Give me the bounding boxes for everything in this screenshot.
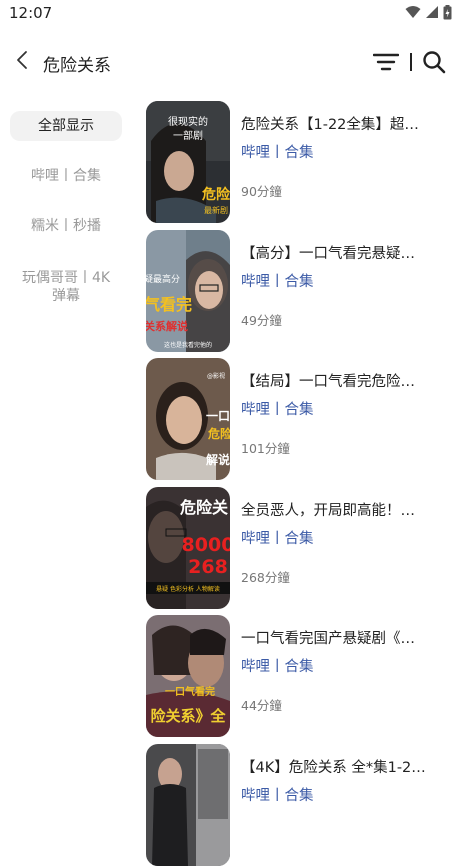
thumb-caption: 一部剧 [173, 129, 203, 142]
video-thumbnail[interactable]: 疑最高分 气看完 关系解说 这也是我看完他的 [146, 230, 230, 352]
list-item[interactable]: 很现实的 一部剧 危险 最新剧 危险关系【1-22全集】超清完整版 哔哩丨合集 … [146, 101, 456, 225]
video-source: 哔哩丨合集 [241, 531, 314, 547]
video-thumbnail[interactable]: @影视 一口 危险 解说 [146, 358, 230, 480]
thumb-caption: 268 [188, 556, 228, 578]
video-title: 一口气看完国产悬疑剧《危险关系》 [241, 631, 429, 647]
video-thumbnail[interactable]: 一口气看完 险关系》全 [146, 615, 230, 737]
filter-button[interactable] [372, 51, 400, 73]
search-icon [422, 51, 446, 78]
thumb-caption: 危险 [201, 186, 230, 203]
sidebar-item-label: 全部显示 [38, 118, 94, 134]
video-title: 危险关系【1-22全集】超清完整版 [241, 117, 429, 133]
list-item[interactable]: @影视 一口 危险 解说 【结局】一口气看完危险关系 哔哩丨合集 101分鐘 [146, 358, 456, 482]
video-duration: 90分鐘 [241, 184, 282, 199]
status-bar: 12:07 [0, 0, 462, 26]
video-duration: 268分鐘 [241, 570, 290, 585]
battery-icon [443, 4, 452, 20]
sidebar-item-all[interactable]: 全部显示 [10, 111, 122, 141]
video-title: 【4K】危险关系 全*集1-22集 [241, 760, 429, 776]
back-button[interactable] [10, 48, 34, 76]
status-time: 12:07 [9, 4, 53, 22]
video-source: 哔哩丨合集 [241, 274, 314, 290]
video-title: 【高分】一口气看完悬疑剧《危险关系》 [241, 246, 429, 262]
list-item[interactable]: 【4K】危险关系 全*集1-22集 哔哩丨合集 [146, 744, 456, 868]
thumb-caption: 险关系》全 [150, 707, 226, 725]
back-icon [16, 50, 28, 74]
status-icons [405, 4, 452, 20]
sidebar-item-label-line2: 弹幕 [52, 288, 80, 304]
top-bar: 危险关系 [0, 40, 462, 84]
video-duration: 49分鐘 [241, 313, 282, 328]
wifi-icon [405, 5, 421, 19]
thumb-caption: 解说 [206, 452, 230, 467]
thumb-caption: 悬疑 色彩分析 人物解读 [156, 585, 220, 593]
thumb-caption: 这也是我看完他的 [164, 341, 212, 349]
video-source: 哔哩丨合集 [241, 659, 314, 675]
svg-text:@影视: @影视 [207, 372, 225, 380]
video-thumbnail[interactable] [146, 744, 230, 866]
sidebar-item-label: 糯米丨秒播 [31, 218, 101, 234]
list-item[interactable]: 一口气看完 险关系》全 一口气看完国产悬疑剧《危险关系》 哔哩丨合集 44分鐘 [146, 615, 456, 739]
video-source: 哔哩丨合集 [241, 788, 314, 804]
filter-icon [372, 53, 400, 77]
toolbar-divider [410, 53, 412, 71]
signal-icon [425, 5, 439, 19]
video-title: 全员恶人，开局即高能！一口气看完 [241, 503, 429, 519]
video-source: 哔哩丨合集 [241, 145, 314, 161]
thumb-caption: 危险 [207, 426, 230, 441]
sidebar-item-wanou[interactable]: 玩偶哥哥丨4K 弹幕 [10, 269, 122, 305]
sidebar-item-bili[interactable]: 哔哩丨合集 [10, 167, 122, 185]
page-title: 危险关系 [43, 56, 111, 76]
thumb-caption: 很现实的 [168, 115, 208, 128]
sidebar-item-label: 哔哩丨合集 [31, 168, 101, 184]
thumb-caption: 关系解说 [146, 319, 188, 333]
sidebar-item-label: 玩偶哥哥丨4K [21, 270, 111, 286]
thumb-caption: 最新剧 [204, 205, 228, 215]
video-duration: 101分鐘 [241, 441, 290, 456]
video-thumbnail[interactable]: 很现实的 一部剧 危险 最新剧 [146, 101, 230, 223]
thumb-caption: 气看完 [146, 295, 192, 314]
thumb-caption: 一口气看完 [165, 685, 215, 698]
video-source: 哔哩丨合集 [241, 402, 314, 418]
search-button[interactable] [422, 50, 446, 74]
list-item[interactable]: 危险关 8000 268 悬疑 色彩分析 人物解读 全员恶人，开局即高能！一口气… [146, 487, 456, 611]
thumb-caption: 一口 [206, 409, 230, 423]
video-title: 【结局】一口气看完危险关系 [241, 374, 429, 390]
thumb-caption: 危险关 [180, 498, 228, 517]
thumb-caption: 8000 [182, 534, 230, 556]
list-item[interactable]: 疑最高分 气看完 关系解说 这也是我看完他的 【高分】一口气看完悬疑剧《危险关系… [146, 230, 456, 354]
thumb-caption: 疑最高分 [146, 273, 180, 285]
video-duration: 44分鐘 [241, 698, 282, 713]
video-thumbnail[interactable]: 危险关 8000 268 悬疑 色彩分析 人物解读 [146, 487, 230, 609]
sidebar-item-nuomi[interactable]: 糯米丨秒播 [10, 217, 122, 235]
